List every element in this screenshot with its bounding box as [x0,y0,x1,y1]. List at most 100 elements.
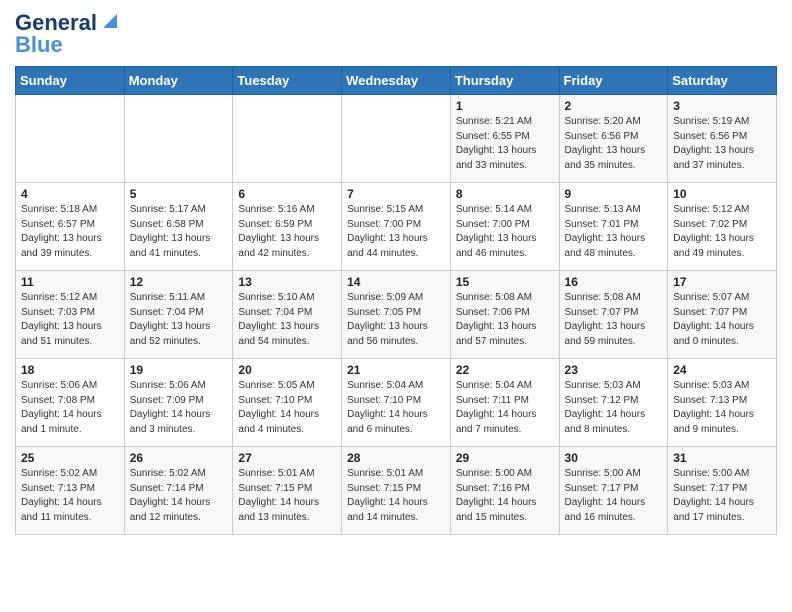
day-number: 25 [21,451,119,465]
day-content: Sunrise: 5:00 AMSunset: 7:16 PMDaylight:… [456,467,554,525]
day-content: Sunrise: 5:02 AMSunset: 7:14 PMDaylight:… [130,467,228,525]
day-cell: 13Sunrise: 5:10 AMSunset: 7:04 PMDayligh… [233,271,342,359]
day-number: 6 [238,187,336,201]
day-number: 2 [565,99,663,113]
day-cell: 20 Sunrise: 5:05 AMSunset: 7:10 PMDayligh… [233,359,342,447]
day-number: 26 [130,451,228,465]
page: General Blue SundayMondayTuesdayWednesda… [0,0,792,550]
day-cell: 14Sunrise: 5:09 AMSunset: 7:05 PMDayligh… [342,271,451,359]
day-cell: 26 Sunrise: 5:02 AMSunset: 7:14 PMDayligh… [124,447,233,535]
day-content: Sunrise: 5:16 AMSunset: 6:59 PMDaylight:… [238,203,336,261]
day-content: Sunrise: 5:00 AMSunset: 7:17 PMDaylight:… [673,467,771,525]
day-cell [124,95,233,183]
day-cell [233,95,342,183]
day-number: 13 [238,275,336,289]
day-content: Sunrise: 5:15 AMSunset: 7:00 PMDaylight:… [347,203,445,261]
day-content: Sunrise: 5:06 AMSunset: 7:08 PMDaylight:… [21,379,119,437]
day-number: 16 [565,275,663,289]
weekday-friday: Friday [559,67,668,95]
day-content: Sunrise: 5:01 AMSunset: 7:15 PMDaylight:… [347,467,445,525]
day-number: 7 [347,187,445,201]
day-cell: 31 Sunrise: 5:00 AMSunset: 7:17 PMDayligh… [668,447,777,535]
day-cell: 6 Sunrise: 5:16 AMSunset: 6:59 PMDaylight… [233,183,342,271]
day-cell: 11 Sunrise: 5:12 AMSunset: 7:03 PMDayligh… [16,271,125,359]
day-content: Sunrise: 5:21 AMSunset: 6:55 PMDaylight:… [456,115,554,173]
day-content: Sunrise: 5:14 AMSunset: 7:00 PMDaylight:… [456,203,554,261]
day-number: 18 [21,363,119,377]
day-number: 15 [456,275,554,289]
header: General Blue [15,10,777,58]
day-number: 4 [21,187,119,201]
day-cell: 27 Sunrise: 5:01 AMSunset: 7:15 PMDayligh… [233,447,342,535]
day-content: Sunrise: 5:05 AMSunset: 7:10 PMDaylight:… [238,379,336,437]
day-cell: 21 Sunrise: 5:04 AMSunset: 7:10 PMDayligh… [342,359,451,447]
day-number: 28 [347,451,445,465]
day-cell: 2 Sunrise: 5:20 AMSunset: 6:56 PMDaylight… [559,95,668,183]
day-cell: 3Sunrise: 5:19 AMSunset: 6:56 PMDaylight… [668,95,777,183]
day-number: 17 [673,275,771,289]
week-row-5: 25 Sunrise: 5:02 AMSunset: 7:13 PMDayligh… [16,447,777,535]
day-cell: 12 Sunrise: 5:11 AMSunset: 7:04 PMDayligh… [124,271,233,359]
day-cell: 4 Sunrise: 5:18 AMSunset: 6:57 PMDaylight… [16,183,125,271]
day-content: Sunrise: 5:08 AMSunset: 7:06 PMDaylight:… [456,291,554,349]
day-cell: 1 Sunrise: 5:21 AMSunset: 6:55 PMDaylight… [450,95,559,183]
day-content: Sunrise: 5:03 AMSunset: 7:12 PMDaylight:… [565,379,663,437]
weekday-thursday: Thursday [450,67,559,95]
logo: General Blue [15,10,121,58]
day-cell: 18 Sunrise: 5:06 AMSunset: 7:08 PMDayligh… [16,359,125,447]
day-content: Sunrise: 5:12 AMSunset: 7:03 PMDaylight:… [21,291,119,349]
day-cell: 16 Sunrise: 5:08 AMSunset: 7:07 PMDayligh… [559,271,668,359]
day-number: 29 [456,451,554,465]
logo-blue: Blue [15,32,63,58]
day-number: 8 [456,187,554,201]
week-row-4: 18 Sunrise: 5:06 AMSunset: 7:08 PMDayligh… [16,359,777,447]
day-content: Sunrise: 5:11 AMSunset: 7:04 PMDaylight:… [130,291,228,349]
day-number: 3 [673,99,771,113]
day-cell: 25 Sunrise: 5:02 AMSunset: 7:13 PMDayligh… [16,447,125,535]
day-content: Sunrise: 5:20 AMSunset: 6:56 PMDaylight:… [565,115,663,173]
day-cell: 15 Sunrise: 5:08 AMSunset: 7:06 PMDayligh… [450,271,559,359]
day-number: 1 [456,99,554,113]
day-number: 27 [238,451,336,465]
day-number: 11 [21,275,119,289]
weekday-monday: Monday [124,67,233,95]
logo-icon [99,10,121,32]
day-number: 12 [130,275,228,289]
day-number: 31 [673,451,771,465]
day-cell: 5Sunrise: 5:17 AMSunset: 6:58 PMDaylight… [124,183,233,271]
day-number: 20 [238,363,336,377]
day-content: Sunrise: 5:18 AMSunset: 6:57 PMDaylight:… [21,203,119,261]
day-number: 22 [456,363,554,377]
day-content: Sunrise: 5:02 AMSunset: 7:13 PMDaylight:… [21,467,119,525]
day-content: Sunrise: 5:08 AMSunset: 7:07 PMDaylight:… [565,291,663,349]
day-cell: 29 Sunrise: 5:00 AMSunset: 7:16 PMDayligh… [450,447,559,535]
day-content: Sunrise: 5:04 AMSunset: 7:11 PMDaylight:… [456,379,554,437]
day-cell [342,95,451,183]
weekday-tuesday: Tuesday [233,67,342,95]
day-number: 30 [565,451,663,465]
day-number: 24 [673,363,771,377]
day-content: Sunrise: 5:01 AMSunset: 7:15 PMDaylight:… [238,467,336,525]
day-content: Sunrise: 5:06 AMSunset: 7:09 PMDaylight:… [130,379,228,437]
day-content: Sunrise: 5:03 AMSunset: 7:13 PMDaylight:… [673,379,771,437]
day-cell: 10 Sunrise: 5:12 AMSunset: 7:02 PMDayligh… [668,183,777,271]
day-cell [16,95,125,183]
week-row-3: 11 Sunrise: 5:12 AMSunset: 7:03 PMDayligh… [16,271,777,359]
day-content: Sunrise: 5:00 AMSunset: 7:17 PMDaylight:… [565,467,663,525]
day-number: 21 [347,363,445,377]
day-content: Sunrise: 5:09 AMSunset: 7:05 PMDaylight:… [347,291,445,349]
day-content: Sunrise: 5:04 AMSunset: 7:10 PMDaylight:… [347,379,445,437]
day-cell: 8 Sunrise: 5:14 AMSunset: 7:00 PMDaylight… [450,183,559,271]
day-number: 9 [565,187,663,201]
weekday-sunday: Sunday [16,67,125,95]
day-content: Sunrise: 5:07 AMSunset: 7:07 PMDaylight:… [673,291,771,349]
day-content: Sunrise: 5:12 AMSunset: 7:02 PMDaylight:… [673,203,771,261]
week-row-2: 4 Sunrise: 5:18 AMSunset: 6:57 PMDaylight… [16,183,777,271]
weekday-header-row: SundayMondayTuesdayWednesdayThursdayFrid… [16,67,777,95]
weekday-wednesday: Wednesday [342,67,451,95]
day-cell: 7 Sunrise: 5:15 AMSunset: 7:00 PMDaylight… [342,183,451,271]
day-number: 10 [673,187,771,201]
day-number: 23 [565,363,663,377]
day-cell: 19Sunrise: 5:06 AMSunset: 7:09 PMDayligh… [124,359,233,447]
day-cell: 22 Sunrise: 5:04 AMSunset: 7:11 PMDayligh… [450,359,559,447]
